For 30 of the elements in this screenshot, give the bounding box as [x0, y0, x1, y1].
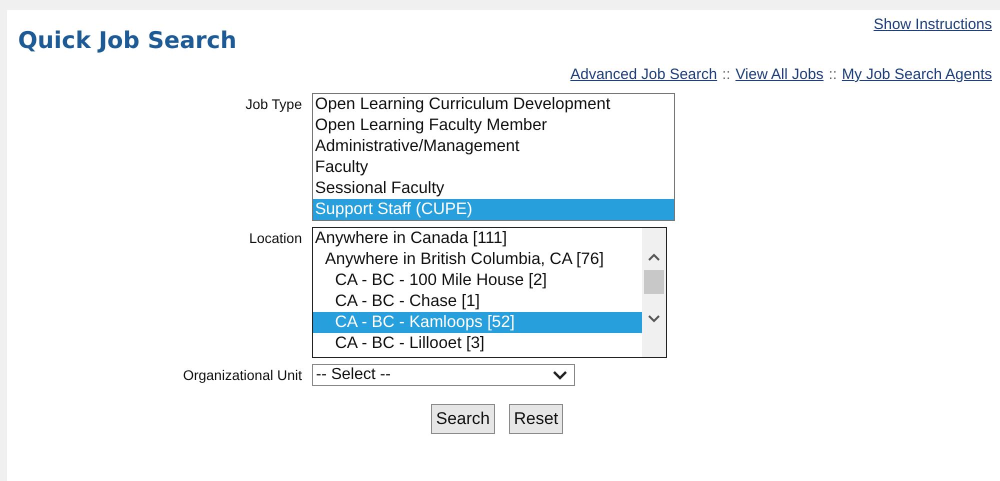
list-option[interactable]: Faculty	[313, 157, 674, 178]
form-button[interactable]: Reset	[508, 404, 564, 434]
scrollbar[interactable]	[642, 228, 666, 357]
list-option[interactable]: Anywhere in British Columbia, CA [76]	[313, 249, 642, 270]
link-separator: ::	[828, 66, 837, 83]
list-option[interactable]: CA - BC - Chase [1]	[313, 291, 642, 312]
form-button[interactable]: Search	[431, 404, 495, 434]
show-instructions-link[interactable]: Show Instructions	[874, 16, 992, 33]
list-option[interactable]: CA - BC - Lillooet [3]	[313, 333, 642, 354]
link-separator: ::	[722, 66, 730, 83]
list-option[interactable]: Anywhere in Canada [111]	[313, 228, 642, 249]
page-title: Quick Job Search	[18, 28, 237, 54]
field-label: Organizational Unit	[182, 366, 302, 383]
chevron-down-icon	[552, 370, 568, 380]
nav-link[interactable]: Advanced Job Search	[570, 66, 718, 83]
job-type-listbox[interactable]: Open Learning Curriculum Development Open Learning Faculty Member Administrative/Management Faculty Sessional Faculty Support Staff (CUPE)	[312, 93, 675, 221]
list-option[interactable]: Administrative/Management	[313, 136, 674, 157]
scroll-thumb[interactable]	[644, 270, 664, 294]
scroll-up-icon[interactable]	[647, 252, 661, 262]
field-label: Job Type	[244, 95, 302, 112]
list-option[interactable]: Sessional Faculty	[313, 178, 674, 199]
list-option[interactable]: Open Learning Faculty Member	[313, 115, 674, 136]
nav-link[interactable]: View All Jobs	[735, 66, 824, 83]
scroll-down-icon[interactable]	[647, 314, 661, 324]
org-unit-select[interactable]: -- Select --	[312, 364, 575, 386]
field-label: Location	[248, 229, 302, 246]
list-option[interactable]: CA - BC - 100 Mile House [2]	[313, 270, 642, 291]
location-listbox[interactable]: Anywhere in Canada [111] Anywhere in British Columbia, CA [76] CA - BC - 100 Mile House [2] CA - BC - Chase [1] CA - BC - Kamloops [52] CA - BC - Lillooet [3]	[312, 227, 667, 358]
nav-link[interactable]: My Job Search Agents	[842, 66, 992, 83]
list-option[interactable]: Open Learning Curriculum Development	[313, 94, 674, 115]
